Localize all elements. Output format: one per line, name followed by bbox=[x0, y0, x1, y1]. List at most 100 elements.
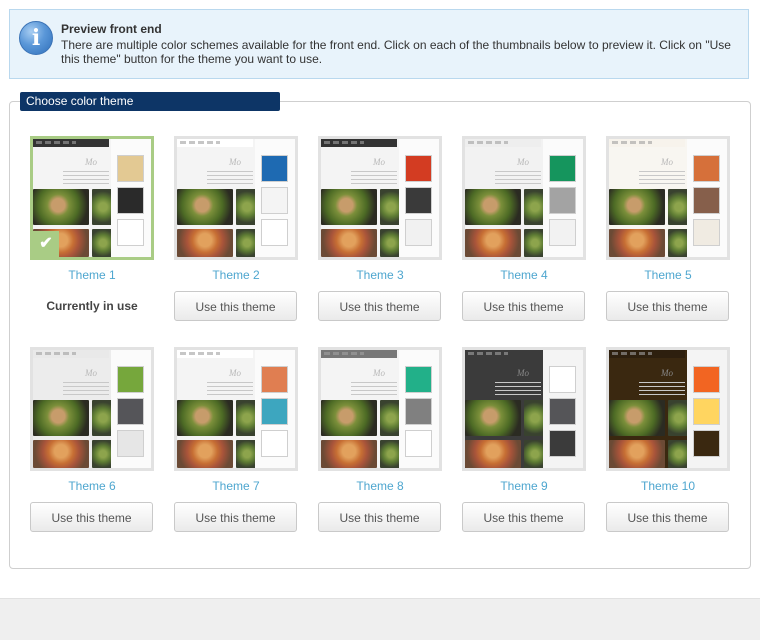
food-photo bbox=[465, 229, 521, 257]
theme-label[interactable]: Theme 8 bbox=[318, 479, 442, 493]
swatch-column bbox=[255, 139, 295, 257]
preview-text-lines bbox=[351, 171, 397, 185]
preview-notice: i Preview front end There are multiple c… bbox=[9, 9, 749, 79]
theme-thumbnail[interactable]: Mo bbox=[606, 136, 730, 260]
swatch-column bbox=[255, 350, 295, 468]
checkmark-icon: ✔ bbox=[33, 231, 59, 257]
preview-menu-heading: Mo bbox=[229, 157, 241, 167]
theme-label[interactable]: Theme 2 bbox=[174, 268, 298, 282]
food-photo bbox=[465, 189, 521, 225]
color-swatch bbox=[549, 366, 576, 393]
color-swatch bbox=[693, 219, 720, 246]
use-theme-button[interactable]: Use this theme bbox=[174, 502, 297, 532]
food-photo bbox=[33, 440, 89, 468]
theme-thumbnail[interactable]: Mo bbox=[606, 347, 730, 471]
preview-nav bbox=[468, 141, 508, 144]
color-swatch bbox=[261, 430, 288, 457]
swatch-column bbox=[543, 350, 583, 468]
preview-menu-heading: Mo bbox=[517, 368, 529, 378]
color-swatch bbox=[693, 155, 720, 182]
theme-thumbnail[interactable]: Mo bbox=[462, 136, 586, 260]
color-swatch bbox=[693, 430, 720, 457]
current-theme-status: Currently in use bbox=[46, 299, 138, 313]
preview-text-lines bbox=[63, 382, 109, 396]
preview-nav bbox=[36, 352, 76, 355]
use-theme-button[interactable]: Use this theme bbox=[174, 291, 297, 321]
swatch-column bbox=[111, 350, 151, 468]
food-photo bbox=[177, 400, 233, 436]
thumbnail-preview: Mo ✔ bbox=[33, 139, 151, 257]
food-photo bbox=[321, 400, 377, 436]
color-swatch bbox=[117, 155, 144, 182]
theme-thumbnail[interactable]: Mo bbox=[318, 347, 442, 471]
preview-text-lines bbox=[639, 382, 685, 396]
use-theme-button[interactable]: Use this theme bbox=[30, 502, 153, 532]
preview-top-bar bbox=[465, 350, 541, 358]
color-swatch bbox=[405, 219, 432, 246]
swatch-column bbox=[543, 139, 583, 257]
theme-label[interactable]: Theme 7 bbox=[174, 479, 298, 493]
notice-text: There are multiple color schemes availab… bbox=[61, 38, 731, 66]
food-photo bbox=[177, 229, 233, 257]
theme-label[interactable]: Theme 3 bbox=[318, 268, 442, 282]
theme-label[interactable]: Theme 1 bbox=[30, 268, 154, 282]
theme-label[interactable]: Theme 6 bbox=[30, 479, 154, 493]
color-swatch bbox=[405, 187, 432, 214]
swatch-column bbox=[399, 139, 439, 257]
theme-thumbnail[interactable]: Mo bbox=[462, 347, 586, 471]
thumbnail-preview: Mo bbox=[33, 350, 151, 468]
color-swatch bbox=[117, 430, 144, 457]
preview-text-lines bbox=[63, 171, 109, 185]
use-theme-button[interactable]: Use this theme bbox=[318, 502, 441, 532]
color-swatch bbox=[549, 398, 576, 425]
color-swatch bbox=[117, 219, 144, 246]
food-photo bbox=[609, 189, 665, 225]
preview-menu-heading: Mo bbox=[661, 368, 673, 378]
preview-text-lines bbox=[639, 171, 685, 185]
use-theme-button[interactable]: Use this theme bbox=[462, 291, 585, 321]
color-swatch bbox=[261, 187, 288, 214]
food-photo bbox=[33, 400, 89, 436]
preview-text-lines bbox=[351, 382, 397, 396]
color-swatch bbox=[549, 219, 576, 246]
food-photo bbox=[465, 440, 521, 468]
preview-nav bbox=[324, 352, 364, 355]
swatch-column bbox=[399, 350, 439, 468]
swatch-column bbox=[111, 139, 151, 257]
preview-nav bbox=[36, 141, 76, 144]
info-icon: i bbox=[19, 21, 53, 55]
theme-label[interactable]: Theme 5 bbox=[606, 268, 730, 282]
preview-menu-heading: Mo bbox=[85, 368, 97, 378]
theme-thumbnail[interactable]: Mo bbox=[174, 347, 298, 471]
color-swatch bbox=[405, 155, 432, 182]
preview-menu-heading: Mo bbox=[229, 368, 241, 378]
preview-menu-heading: Mo bbox=[661, 157, 673, 167]
theme-thumbnail[interactable]: Mo bbox=[30, 347, 154, 471]
preview-text-lines bbox=[495, 171, 541, 185]
theme-thumbnail[interactable]: Mo bbox=[174, 136, 298, 260]
preview-nav bbox=[468, 352, 508, 355]
food-photo bbox=[609, 400, 665, 436]
preview-menu-heading: Mo bbox=[373, 368, 385, 378]
use-theme-button[interactable]: Use this theme bbox=[606, 291, 729, 321]
use-theme-button[interactable]: Use this theme bbox=[462, 502, 585, 532]
panel-heading: Choose color theme bbox=[20, 92, 280, 111]
theme-label[interactable]: Theme 9 bbox=[462, 479, 586, 493]
color-swatch bbox=[693, 398, 720, 425]
theme-thumbnail[interactable]: Mo bbox=[318, 136, 442, 260]
color-swatch bbox=[261, 155, 288, 182]
use-theme-button[interactable]: Use this theme bbox=[318, 291, 441, 321]
use-theme-button[interactable]: Use this theme bbox=[606, 502, 729, 532]
theme-thumbnail[interactable]: Mo ✔ bbox=[30, 136, 154, 260]
color-swatch bbox=[693, 187, 720, 214]
color-swatch bbox=[117, 187, 144, 214]
food-photo bbox=[177, 189, 233, 225]
thumbnail-preview: Mo bbox=[465, 350, 583, 468]
preview-text-lines bbox=[495, 382, 541, 396]
theme-label[interactable]: Theme 4 bbox=[462, 268, 586, 282]
color-swatch bbox=[549, 155, 576, 182]
preview-top-bar bbox=[33, 350, 109, 358]
thumbnail-preview: Mo bbox=[465, 139, 583, 257]
theme-label[interactable]: Theme 10 bbox=[606, 479, 730, 493]
footer-bar bbox=[0, 598, 760, 640]
